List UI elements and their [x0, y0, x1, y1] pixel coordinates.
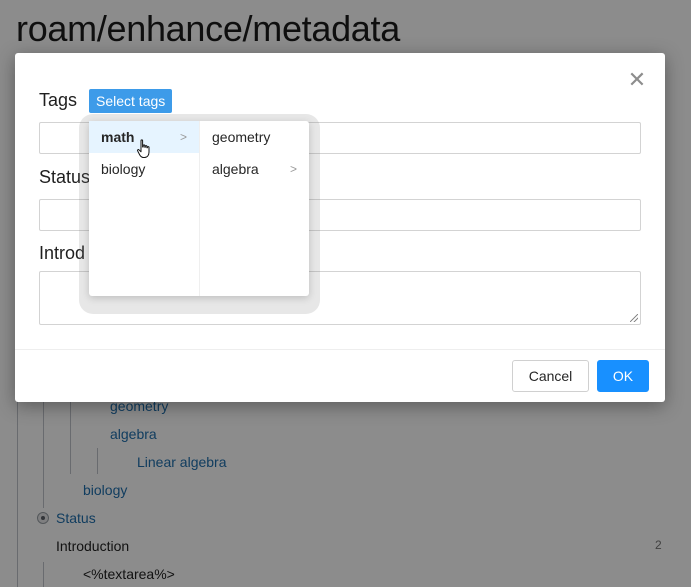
- cascader-option-label: geometry: [212, 129, 271, 145]
- chevron-right-icon: >: [179, 130, 187, 144]
- ok-button[interactable]: OK: [597, 360, 649, 392]
- close-icon[interactable]: ✕: [627, 69, 647, 91]
- footer-divider: [15, 349, 665, 350]
- cascader-option-algebra[interactable]: algebra >: [200, 153, 309, 185]
- cascader-option-label: algebra: [212, 161, 259, 177]
- cascader-option-label: biology: [101, 161, 146, 177]
- chevron-right-icon: >: [289, 162, 297, 176]
- cascader-column-level-2: geometry algebra >: [200, 121, 309, 296]
- cascader-option-geometry[interactable]: geometry: [200, 121, 309, 153]
- cascader-option-label: math: [101, 129, 135, 145]
- tags-label: Tags: [39, 90, 78, 110]
- tags-cascader-dropdown: math > biology geometry algebra >: [89, 121, 309, 296]
- resize-handle-icon[interactable]: [630, 314, 638, 322]
- hand-pointer-icon: [137, 139, 150, 158]
- select-tags-button[interactable]: Select tags: [89, 89, 173, 113]
- cancel-button[interactable]: Cancel: [512, 360, 589, 392]
